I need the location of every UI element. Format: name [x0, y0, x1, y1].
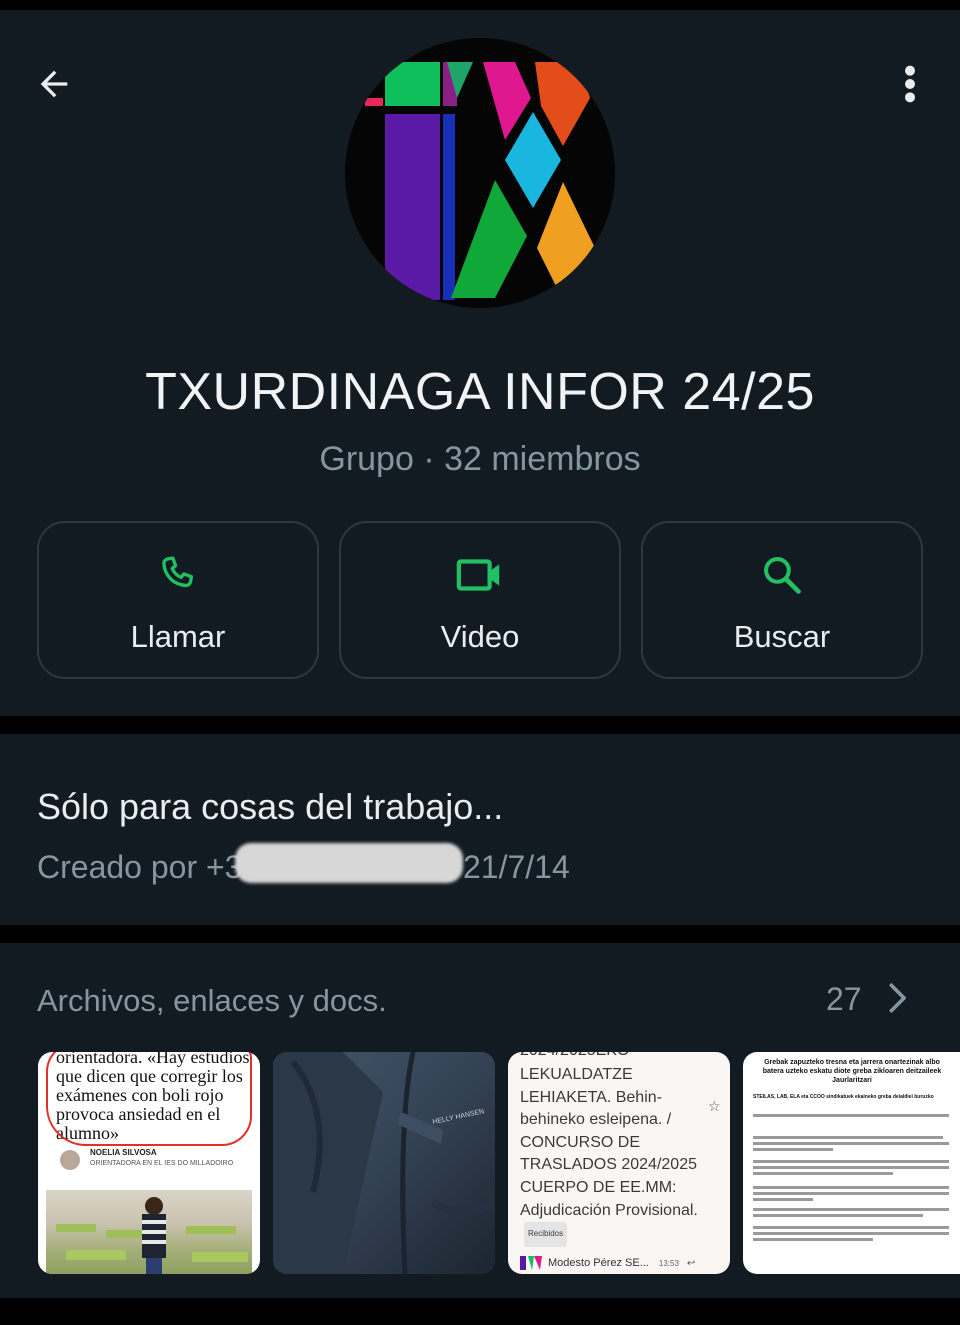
email-label-tag: Recibidos — [524, 1222, 568, 1247]
media-thumbnail-article[interactable]: orientadora. «Hay estudios que dicen que… — [38, 1052, 260, 1274]
group-logo-icon — [365, 62, 595, 300]
star-icon: ☆ — [708, 1098, 721, 1114]
email-sender: Modesto Pérez SE... — [548, 1257, 649, 1269]
arrow-left-icon — [40, 70, 68, 98]
classroom-photo — [46, 1190, 252, 1274]
article-author-role: ORIENTADORA EN EL IES DO MILLADOIRO — [90, 1160, 234, 1167]
created-by-prefix: Creado por +3 — [37, 849, 243, 885]
phone-icon — [162, 556, 194, 588]
group-description: Sólo para cosas del trabajo... — [37, 786, 504, 827]
article-author: NOELIA SILVOSA — [90, 1148, 157, 1157]
search-icon — [764, 557, 801, 594]
more-options-button[interactable] — [880, 52, 940, 116]
created-by-line: Creado por +3 21/7/14 — [37, 843, 570, 886]
document-subtitle: STEILAS, LAB, ELA eta CCOO sindikatuek e… — [753, 1094, 934, 1100]
back-button[interactable] — [22, 52, 86, 116]
video-label: Video — [440, 619, 520, 654]
media-count[interactable]: 27 — [826, 981, 862, 1018]
media-thumbnail-email[interactable]: 2024/2025EKO LEKUALDATZE LEHIAKETA. Behi… — [508, 1052, 730, 1274]
group-subtitle: Grupo · 32 miembros — [319, 440, 641, 478]
search-button[interactable]: Buscar — [641, 521, 923, 679]
group-name: TXURDINAGA INFOR 24/25 — [145, 363, 815, 421]
email-sender-row: Modesto Pérez SE... 13:53 ↩ — [520, 1256, 695, 1270]
email-subject: LEKUALDATZE LEHIAKETA. Behin-behineko es… — [520, 1064, 710, 1247]
media-thumbnail-jacket-photo[interactable]: HELLY HANSEN — [273, 1052, 495, 1274]
group-header: TXURDINAGA INFOR 24/25 Grupo · 32 miembr… — [0, 10, 960, 716]
reply-icon: ↩ — [686, 1257, 696, 1269]
media-title[interactable]: Archivos, enlaces y docs. — [37, 983, 387, 1019]
group-description-section[interactable]: Sólo para cosas del trabajo... Creado po… — [0, 734, 960, 925]
media-thumbnail-document[interactable]: Grebak zapuzteko tresna eta jarrera onar… — [743, 1052, 960, 1274]
email-top-line: 2024/2025EKO — [520, 1052, 629, 1060]
author-avatar — [60, 1150, 80, 1170]
chevron-right-icon[interactable] — [880, 981, 914, 1015]
call-button[interactable]: Llamar — [37, 521, 319, 679]
redacted-phone-number — [235, 843, 463, 883]
videocam-icon — [456, 559, 500, 591]
red-circle-annotation — [46, 1052, 252, 1146]
search-label: Buscar — [733, 619, 831, 654]
media-section: Archivos, enlaces y docs. 27 orientadora… — [0, 943, 960, 1298]
document-title: Grebak zapuzteko tresna eta jarrera onar… — [762, 1059, 942, 1084]
created-date: 21/7/14 — [463, 849, 570, 885]
group-avatar[interactable] — [345, 38, 615, 308]
call-label: Llamar — [130, 619, 226, 654]
video-button[interactable]: Video — [339, 521, 621, 679]
sender-avatar-icon — [520, 1256, 542, 1270]
email-time: 13:53 — [658, 1258, 679, 1268]
email-subject-text: LEKUALDATZE LEHIAKETA. Behin-behineko es… — [520, 1066, 698, 1219]
more-vertical-icon — [905, 65, 915, 103]
